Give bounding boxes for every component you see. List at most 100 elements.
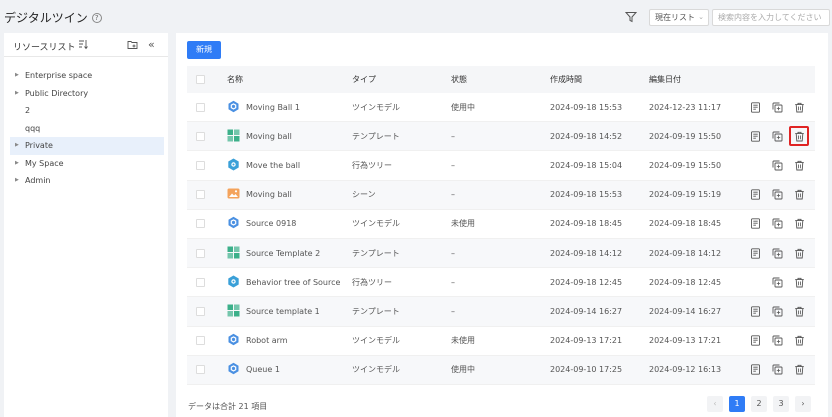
copy-icon[interactable] <box>769 151 785 179</box>
name-cell[interactable]: Moving Ball 1 <box>227 93 300 121</box>
detail-icon[interactable] <box>747 210 763 238</box>
delete-icon[interactable] <box>791 93 807 121</box>
top-bar: デジタルツイン ? 現在リスト ⌄ <box>0 0 832 34</box>
detail-icon[interactable] <box>747 122 763 150</box>
delete-icon[interactable] <box>791 356 807 384</box>
table-row[interactable]: Behavior tree of Source 行為ツリー – 2024-09-… <box>187 268 815 298</box>
row-name: Moving ball <box>246 190 292 200</box>
tree-item-my-space[interactable]: ▶ My Space <box>10 155 164 173</box>
scope-select[interactable]: 現在リスト ⌄ <box>649 9 709 26</box>
row-checkbox[interactable] <box>196 160 205 170</box>
detail-icon[interactable] <box>747 327 763 355</box>
row-name: Moving ball <box>246 131 292 141</box>
row-check-cell <box>196 210 205 238</box>
row-checkbox[interactable] <box>196 336 205 346</box>
prev-page-button[interactable]: ‹ <box>707 396 723 412</box>
copy-icon[interactable] <box>769 356 785 384</box>
folder-add-icon[interactable] <box>127 39 138 50</box>
table-row[interactable]: Queue 1 ツインモデル 使用中 2024-09-10 17:25 2024… <box>187 355 815 385</box>
name-cell[interactable]: Moving ball <box>227 122 292 150</box>
tree-item-admin[interactable]: ▶ Admin <box>10 172 164 190</box>
copy-icon[interactable] <box>769 93 785 121</box>
page-button-2[interactable]: 2 <box>751 396 767 412</box>
name-cell[interactable]: Behavior tree of Source <box>227 268 340 296</box>
name-cell[interactable]: Moving ball <box>227 181 292 209</box>
row-type: シーン <box>352 190 376 200</box>
sort-icon[interactable] <box>78 39 88 50</box>
name-cell[interactable]: Source template 1 <box>227 297 320 325</box>
tree-item-enterprise-space[interactable]: ▶ Enterprise space <box>10 67 164 85</box>
delete-icon[interactable] <box>791 268 807 296</box>
name-cell[interactable]: Source Template 2 <box>227 239 320 267</box>
tree-item-private[interactable]: ▶ Private <box>10 137 164 155</box>
copy-icon[interactable] <box>769 210 785 238</box>
row-checkbox[interactable] <box>196 248 205 258</box>
row-type: ツインモデル <box>352 102 400 112</box>
detail-icon[interactable] <box>747 93 763 121</box>
name-cell[interactable]: Source 0918 <box>227 210 296 238</box>
collapse-icon[interactable]: « <box>148 38 155 51</box>
delete-icon[interactable] <box>791 210 807 238</box>
pagination: ‹ 1 2 3 › <box>707 396 811 412</box>
table-row[interactable]: Source 0918 ツインモデル 未使用 2024-09-18 18:45 … <box>187 210 815 239</box>
row-checkbox[interactable] <box>196 365 205 375</box>
delete-icon[interactable] <box>791 181 807 209</box>
delete-icon[interactable] <box>791 327 807 355</box>
table-row[interactable]: Moving Ball 1 ツインモデル 使用中 2024-09-18 15:5… <box>187 93 815 123</box>
copy-icon[interactable] <box>769 268 785 296</box>
copy-icon[interactable] <box>769 327 785 355</box>
copy-icon[interactable] <box>769 297 785 325</box>
row-checkbox[interactable] <box>196 306 205 316</box>
detail-icon[interactable] <box>747 181 763 209</box>
row-check-cell <box>196 356 205 384</box>
name-cell[interactable]: Robot arm <box>227 327 288 355</box>
row-state: – <box>451 160 455 170</box>
delete-icon[interactable] <box>791 297 807 325</box>
row-type: テンプレート <box>352 131 400 141</box>
table-row[interactable]: Moving ball テンプレート – 2024-09-18 14:52 20… <box>187 122 815 152</box>
row-name: Source template 1 <box>246 306 320 316</box>
resource-table: 名称 タイプ 状態 作成時間 編集日付 Moving Ball 1 ツインモデル… <box>187 66 815 385</box>
table-row[interactable]: Moving ball シーン – 2024-09-18 15:53 2024-… <box>187 180 815 210</box>
detail-icon[interactable] <box>747 297 763 325</box>
detail-icon[interactable] <box>747 356 763 384</box>
table-row[interactable]: Move the ball 行為ツリー – 2024-09-18 15:04 2… <box>187 151 815 181</box>
name-cell[interactable]: Queue 1 <box>227 356 280 384</box>
delete-icon[interactable] <box>791 122 807 150</box>
filter-icon[interactable] <box>625 11 637 23</box>
copy-icon[interactable] <box>769 181 785 209</box>
table-row[interactable]: Robot arm ツインモデル 未使用 2024-09-13 17:21 20… <box>187 327 815 356</box>
table-row[interactable]: Source Template 2 テンプレート – 2024-09-18 14… <box>187 238 815 269</box>
copy-icon[interactable] <box>769 122 785 150</box>
table-body: Moving Ball 1 ツインモデル 使用中 2024-09-18 15:5… <box>187 93 815 385</box>
row-type: ツインモデル <box>352 336 400 346</box>
tree-item-qqq[interactable]: qqq <box>10 120 164 138</box>
help-icon[interactable]: ? <box>91 12 102 23</box>
page-button-1[interactable]: 1 <box>729 396 745 412</box>
copy-icon[interactable] <box>769 239 785 267</box>
page-button-3[interactable]: 3 <box>773 396 789 412</box>
row-updated: 2024-09-12 16:13 <box>649 365 722 375</box>
table-row[interactable]: Source template 1 テンプレート – 2024-09-14 16… <box>187 297 815 327</box>
row-type: ツインモデル <box>352 219 400 229</box>
row-checkbox[interactable] <box>196 277 205 287</box>
tree-item-2[interactable]: 2 <box>10 102 164 120</box>
row-name: Robot arm <box>246 336 288 346</box>
next-page-button[interactable]: › <box>795 396 811 412</box>
new-button[interactable]: 新規 <box>187 41 221 59</box>
row-created: 2024-09-18 14:12 <box>550 248 623 258</box>
tree-item-public-directory[interactable]: ▶ Public Directory <box>10 85 164 103</box>
row-checkbox[interactable] <box>196 102 205 112</box>
row-checkbox[interactable] <box>196 219 205 229</box>
search-input[interactable] <box>712 9 830 26</box>
delete-icon[interactable] <box>791 239 807 267</box>
select-all-checkbox[interactable] <box>196 75 205 84</box>
detail-icon[interactable] <box>747 239 763 267</box>
row-checkbox[interactable] <box>196 190 205 200</box>
tree-item-label: qqq <box>25 123 41 133</box>
delete-icon[interactable] <box>791 151 807 179</box>
row-state: – <box>451 190 455 200</box>
row-check-cell <box>196 297 205 325</box>
row-checkbox[interactable] <box>196 131 205 141</box>
name-cell[interactable]: Move the ball <box>227 151 300 179</box>
